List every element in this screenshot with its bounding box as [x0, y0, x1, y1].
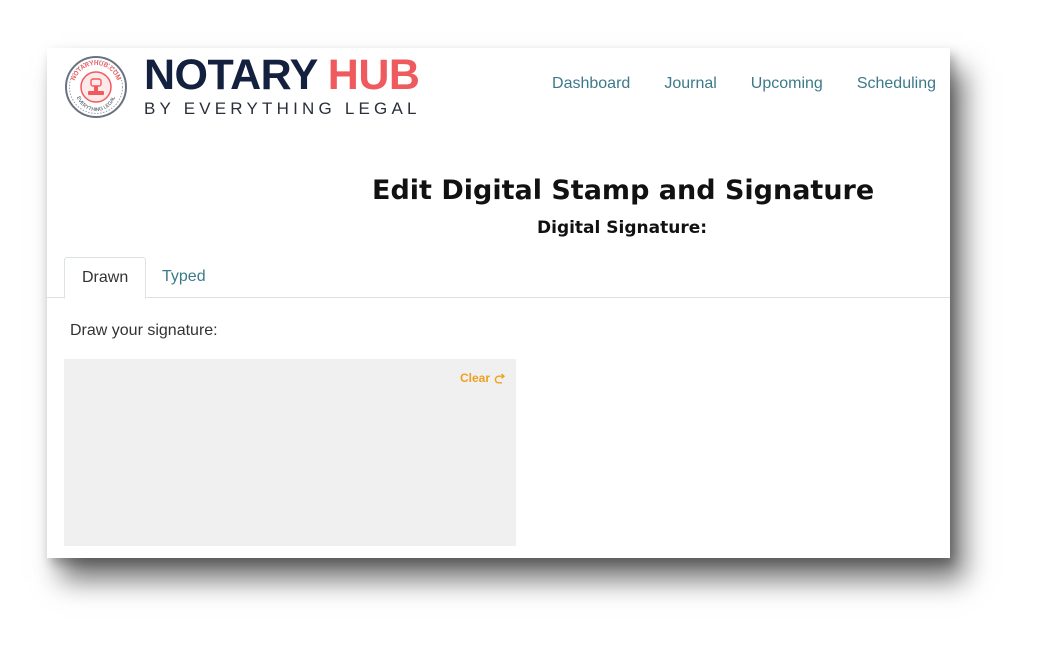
notary-seal-icon: NOTARYHUB.COM EVERYTHING LEGAL [65, 55, 127, 118]
redo-arrow-icon [494, 372, 506, 383]
clear-label: Clear [459, 371, 490, 385]
nav-scheduling[interactable]: Scheduling [857, 75, 936, 93]
signature-canvas[interactable]: Clear [64, 359, 516, 546]
signature-tabs: Drawn Typed [47, 257, 950, 299]
brand-name-accent: HUB [327, 51, 420, 99]
page-title: Edit Digital Stamp and Signature [372, 175, 875, 206]
brand-tagline: BY EVERYTHING LEGAL [144, 99, 421, 118]
nav-upcoming[interactable]: Upcoming [751, 75, 823, 93]
top-navigation: Dashboard Journal Upcoming Scheduling [518, 75, 936, 93]
clear-button[interactable]: Clear [460, 371, 506, 385]
nav-dashboard[interactable]: Dashboard [552, 75, 630, 93]
tab-drawn[interactable]: Drawn [64, 257, 147, 299]
brand-name-primary: NOTARY [144, 51, 318, 99]
brand-logo[interactable]: NOTARYHUB.COM EVERYTHING LEGAL NOTARY HUB… [64, 54, 421, 119]
signature-prompt: Draw your signature: [70, 322, 218, 339]
section-title: Digital Signature: [537, 218, 708, 238]
tab-typed[interactable]: Typed [145, 257, 223, 297]
app-window: NOTARYHUB.COM EVERYTHING LEGAL NOTARY HUB… [47, 48, 950, 558]
nav-journal[interactable]: Journal [664, 75, 716, 93]
